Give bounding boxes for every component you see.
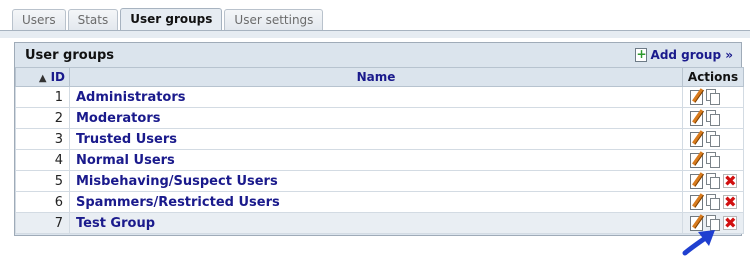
tab-user-settings[interactable]: User settings — [224, 9, 324, 30]
group-name-link[interactable]: Moderators — [76, 111, 160, 126]
edit-icon[interactable] — [690, 173, 703, 189]
column-header-id[interactable]: ▲ ID — [15, 67, 70, 87]
add-group-link[interactable]: Add group » — [634, 47, 733, 62]
group-id: 7 — [15, 212, 70, 234]
copy-icon[interactable] — [706, 194, 720, 210]
table-row: 5 Misbehaving/Suspect Users ✖ — [15, 170, 744, 192]
copy-icon[interactable] — [706, 152, 720, 168]
table-row: 6 Spammers/Restricted Users ✖ — [15, 191, 744, 213]
table-row: 2 Moderators — [15, 107, 744, 129]
group-name-link[interactable]: Administrators — [76, 90, 186, 105]
column-header-id-label: ID — [50, 70, 65, 84]
group-name-cell: Spammers/Restricted Users — [69, 191, 683, 213]
group-name-link[interactable]: Misbehaving/Suspect Users — [76, 174, 278, 189]
panel-header: User groups Add group » — [15, 43, 741, 67]
table-row: 1 Administrators — [15, 86, 744, 108]
panel-title: User groups — [25, 47, 114, 63]
sort-ascending-icon: ▲ — [38, 73, 47, 84]
column-header-name[interactable]: Name — [69, 67, 683, 87]
group-name-cell: Test Group — [69, 212, 683, 234]
tab-users[interactable]: Users — [12, 9, 66, 30]
tab-bar: Users Stats User groups User settings — [12, 8, 325, 31]
table-row: 7 Test Group ✖ — [15, 212, 744, 234]
edit-icon[interactable] — [690, 131, 703, 147]
actions-cell: ✖ — [682, 170, 744, 192]
table-header-row: ▲ ID Name Actions — [15, 67, 744, 87]
table-row: 3 Trusted Users — [15, 128, 744, 150]
edit-icon[interactable] — [690, 194, 703, 210]
group-name-cell: Moderators — [69, 107, 683, 129]
group-id: 2 — [15, 107, 70, 129]
group-id: 5 — [15, 170, 70, 192]
group-id: 3 — [15, 128, 70, 150]
delete-icon[interactable]: ✖ — [723, 195, 737, 210]
copy-icon[interactable] — [706, 110, 720, 126]
actions-cell — [682, 86, 744, 108]
user-groups-table: ▲ ID Name Actions 1 Administrators 2 Moderat… — [15, 67, 744, 234]
blue-arrow-icon — [682, 230, 715, 256]
actions-cell: ✖ — [682, 191, 744, 213]
tab-underline — [0, 30, 750, 38]
copy-icon[interactable] — [706, 173, 720, 189]
table-row: 4 Normal Users — [15, 149, 744, 171]
group-name-cell: Trusted Users — [69, 128, 683, 150]
column-header-actions: Actions — [682, 67, 744, 87]
tab-stats[interactable]: Stats — [67, 9, 119, 30]
edit-icon[interactable] — [690, 89, 703, 105]
delete-icon[interactable]: ✖ — [723, 174, 737, 189]
group-name-cell: Administrators — [69, 86, 683, 108]
group-name-cell: Misbehaving/Suspect Users — [69, 170, 683, 192]
actions-cell — [682, 149, 744, 171]
actions-cell — [682, 128, 744, 150]
group-name-link[interactable]: Spammers/Restricted Users — [76, 195, 280, 210]
group-id: 1 — [15, 86, 70, 108]
user-groups-panel: User groups Add group » ▲ID Name Actions… — [14, 42, 744, 236]
add-group-label: Add group » — [650, 48, 733, 62]
edit-icon[interactable] — [690, 152, 703, 168]
edit-icon[interactable] — [690, 110, 703, 126]
actions-cell — [682, 107, 744, 129]
tab-user-groups[interactable]: User groups — [120, 8, 223, 31]
delete-icon[interactable]: ✖ — [723, 216, 737, 231]
group-name-link[interactable]: Trusted Users — [76, 132, 177, 147]
add-page-icon — [634, 47, 647, 62]
copy-icon[interactable] — [706, 89, 720, 105]
group-id: 4 — [15, 149, 70, 171]
group-name-cell: Normal Users — [69, 149, 683, 171]
copy-icon[interactable] — [706, 131, 720, 147]
group-name-link[interactable]: Normal Users — [76, 153, 175, 168]
group-name-link[interactable]: Test Group — [76, 216, 155, 231]
group-id: 6 — [15, 191, 70, 213]
